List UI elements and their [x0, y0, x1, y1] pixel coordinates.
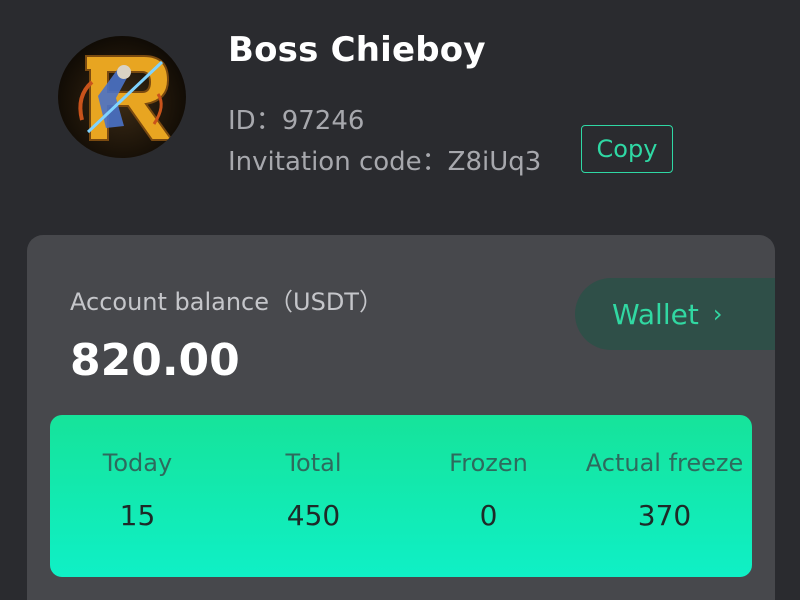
stat-value: 370 [637, 499, 692, 532]
stat-label: Actual freeze [585, 449, 744, 477]
invitation-code: Invitation code：Z8iUq3 [228, 147, 542, 177]
stat-value: 0 [479, 499, 498, 532]
username: Boss Chieboy [228, 30, 486, 70]
stat-label: Total [285, 449, 342, 477]
stat-label: Frozen [449, 449, 528, 477]
copy-button[interactable]: Copy [581, 125, 673, 173]
stat-today: Today 15 [50, 415, 225, 532]
stat-actual-freeze: Actual freeze 370 [577, 415, 752, 532]
stat-frozen: Frozen 0 [401, 415, 576, 532]
avatar [58, 36, 186, 158]
stat-value: 450 [286, 499, 341, 532]
wallet-button[interactable]: Wallet › [575, 278, 775, 350]
chevron-right-icon: › [712, 300, 723, 328]
knight-logo-icon [78, 55, 174, 141]
balance-label: Account balance（USDT） [70, 288, 383, 316]
stat-label: Today [102, 449, 173, 477]
user-id: ID：97246 [228, 106, 365, 136]
stats-panel: Today 15 Total 450 Frozen 0 Actual freez… [50, 415, 752, 577]
stat-total: Total 450 [226, 415, 401, 532]
wallet-label: Wallet [612, 297, 699, 331]
balance-card: Account balance（USDT） 820.00 Wallet › To… [27, 235, 775, 600]
stat-value: 15 [119, 499, 156, 532]
balance-value: 820.00 [70, 335, 240, 386]
